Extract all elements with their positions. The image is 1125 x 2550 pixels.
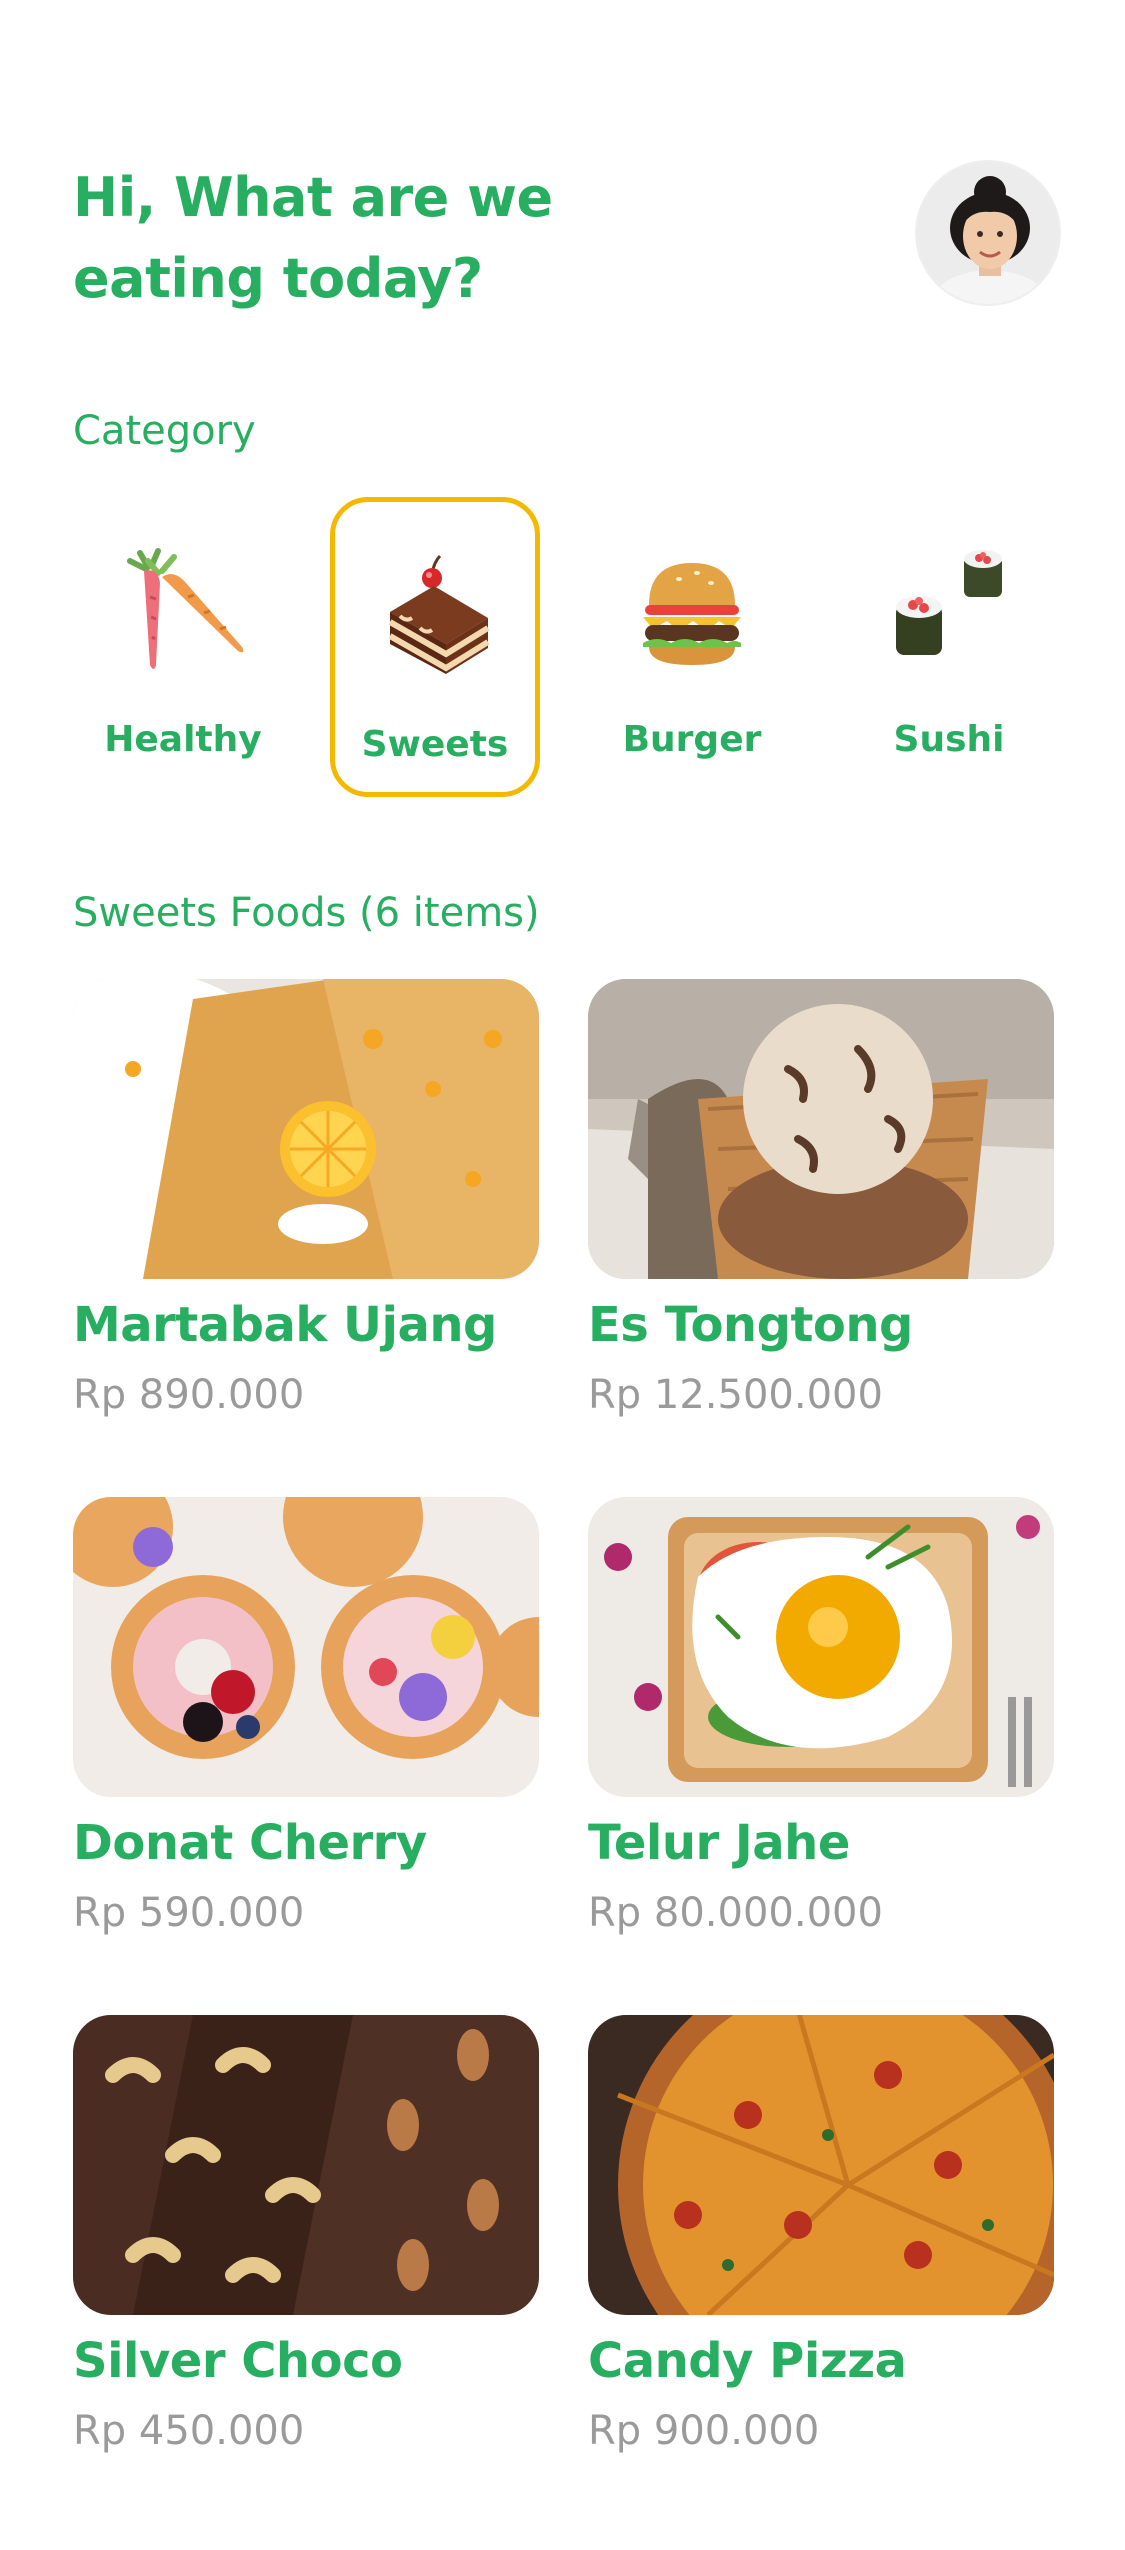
food-card-es-tongtong[interactable]: Es Tongtong Rp 12.500.000 (588, 979, 1054, 1419)
food-card-candy-pizza[interactable]: Candy Pizza Rp 900.000 (588, 2015, 1054, 2455)
food-name: Silver Choco (73, 2333, 403, 2389)
burger-icon (643, 563, 741, 665)
category-label: Healthy (104, 719, 262, 760)
food-image (588, 979, 1054, 1279)
food-image (588, 1497, 1054, 1797)
carrot-icon (127, 548, 244, 669)
food-image (588, 2015, 1054, 2315)
food-price: Rp 900.000 (588, 2408, 820, 2454)
food-image (73, 2015, 539, 2315)
category-label: Sweets (361, 724, 509, 765)
avatar-portrait-icon (917, 162, 1059, 304)
user-avatar[interactable] (915, 160, 1061, 306)
food-price: Rp 590.000 (73, 1890, 305, 1936)
food-name: Telur Jahe (588, 1815, 850, 1871)
food-image (73, 1497, 539, 1797)
food-image (73, 979, 539, 1279)
pizza-photo-icon (588, 2015, 1054, 2315)
category-list: Healthy Sweets Burger Sushi (73, 497, 1053, 797)
greeting-heading: Hi, What are we eating today? (73, 166, 553, 310)
food-name: Martabak Ujang (73, 1297, 497, 1353)
food-name: Donat Cherry (73, 1815, 427, 1871)
sushi-icon (896, 550, 1002, 655)
crepe-photo-icon (73, 979, 539, 1279)
donut-photo-icon (73, 1497, 539, 1797)
category-sweets[interactable]: Sweets (330, 497, 540, 797)
food-price: Rp 890.000 (73, 1372, 305, 1418)
chocolate-nuts-photo-icon (73, 2015, 539, 2315)
food-card-martabak-ujang[interactable]: Martabak Ujang Rp 890.000 (73, 979, 539, 1419)
category-label: Burger (622, 719, 762, 760)
food-home-screen: Hi, What are we eating today? Category H… (0, 0, 1125, 2550)
cake-slice-icon (388, 554, 490, 674)
fried-egg-toast-photo-icon (588, 1497, 1054, 1797)
ice-cream-photo-icon (588, 979, 1054, 1279)
category-section-title: Category (73, 408, 256, 454)
category-healthy[interactable]: Healthy (78, 497, 288, 797)
food-price: Rp 450.000 (73, 2408, 305, 2454)
food-name: Es Tongtong (588, 1297, 913, 1353)
food-card-telur-jahe[interactable]: Telur Jahe Rp 80.000.000 (588, 1497, 1054, 1937)
food-price: Rp 80.000.000 (588, 1890, 883, 1936)
category-label: Sushi (893, 719, 1005, 760)
food-card-silver-choco[interactable]: Silver Choco Rp 450.000 (73, 2015, 539, 2455)
category-sushi[interactable]: Sushi (844, 497, 1054, 797)
foods-section-title: Sweets Foods (6 items) (73, 890, 540, 936)
food-price: Rp 12.500.000 (588, 1372, 883, 1418)
food-card-donat-cherry[interactable]: Donat Cherry Rp 590.000 (73, 1497, 539, 1937)
category-burger[interactable]: Burger (587, 497, 797, 797)
food-name: Candy Pizza (588, 2333, 907, 2389)
